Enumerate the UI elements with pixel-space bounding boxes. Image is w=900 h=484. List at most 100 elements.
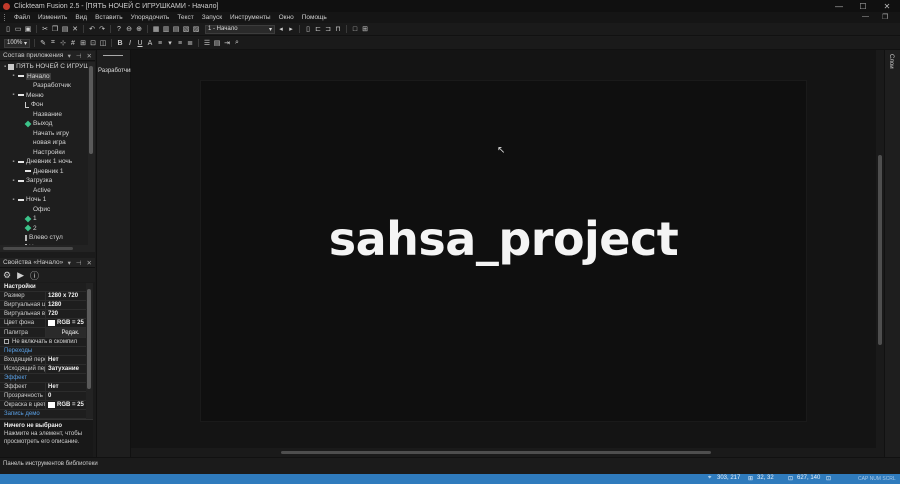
previous-frame-icon[interactable]: ◂ — [277, 25, 285, 33]
tree-toggle-icon[interactable] — [18, 83, 23, 88]
tree-item[interactable]: ▪ Загрузка — [0, 176, 88, 186]
cut-icon[interactable]: ✂ — [41, 25, 49, 33]
panel-close-icon[interactable]: ✕ — [87, 52, 92, 60]
tree-toggle-icon[interactable]: ▪ — [11, 92, 16, 98]
save-icon[interactable]: ▣ — [24, 25, 32, 33]
property-row[interactable]: Исходящий пер Затухание — [0, 364, 93, 374]
layout-icon[interactable]: ⊏ — [314, 25, 322, 33]
scroll-thumb[interactable] — [87, 289, 91, 389]
tree-toggle-icon[interactable] — [18, 102, 23, 107]
next-frame-icon[interactable]: ▸ — [287, 25, 295, 33]
menu-text[interactable]: Текст — [173, 14, 197, 21]
grid-setup-icon[interactable]: ⊞ — [79, 39, 87, 47]
outline-icon[interactable]: ▤ — [213, 39, 221, 47]
tree-toggle-icon[interactable] — [18, 131, 23, 136]
menu-insert[interactable]: Вставить — [91, 14, 127, 21]
menu-window[interactable]: Окно — [275, 14, 298, 21]
maximize-button[interactable]: ☐ — [852, 0, 874, 12]
tree-item[interactable]: ▪ ПЯТЬ НОЧЕЙ С ИГРУШ — [0, 62, 88, 72]
workspace-scrollbar[interactable] — [88, 62, 95, 245]
workspace-hscrollbar[interactable] — [0, 245, 95, 252]
undo-icon[interactable]: ↶ — [88, 25, 96, 33]
tree-toggle-icon[interactable] — [18, 188, 23, 193]
property-row[interactable]: Размер 1280 x 720 — [0, 292, 93, 302]
tree-toggle-icon[interactable] — [18, 112, 23, 117]
run-frame-icon[interactable]: ⊖ — [125, 25, 133, 33]
property-group-link[interactable]: Эффект — [0, 374, 93, 384]
order-icon[interactable]: ⊓ — [334, 25, 342, 33]
event-list-icon[interactable]: ▧ — [182, 25, 190, 33]
close-button[interactable]: ✕ — [876, 0, 898, 12]
property-checkbox-row[interactable]: Не включать в скомпил — [0, 338, 93, 347]
about-info-icon[interactable]: ⓘ — [30, 269, 39, 282]
redo-icon[interactable]: ↷ — [98, 25, 106, 33]
tree-toggle-icon[interactable] — [18, 169, 23, 174]
bold-icon[interactable]: B — [116, 39, 124, 47]
run-app-icon[interactable]: ⊕ — [135, 25, 143, 33]
crop-icon[interactable]: ⌗ — [49, 39, 57, 47]
tree-toggle-icon[interactable]: ▪ — [11, 197, 16, 203]
property-row[interactable]: Эффект Нет — [0, 383, 93, 393]
tree-toggle-icon[interactable] — [18, 226, 23, 231]
search-icon[interactable]: ⌕ — [233, 39, 241, 47]
runtime-options-icon[interactable]: ▶ — [17, 270, 24, 281]
tree-item[interactable]: Название — [0, 110, 88, 120]
pin-icon[interactable]: ⊣ — [76, 259, 82, 267]
tree-toggle-icon[interactable] — [18, 150, 23, 155]
property-row[interactable]: Цвет фона RGB = 25 — [0, 319, 93, 329]
property-row[interactable]: Окраска в цвет RGB = 25 — [0, 401, 93, 411]
italic-icon[interactable]: I — [126, 39, 134, 47]
tree-toggle-icon[interactable] — [18, 207, 23, 212]
tree-item[interactable]: новая игра — [0, 138, 88, 148]
tree-item[interactable]: ▪ Дневник 1 ночь — [0, 157, 88, 167]
indent-icon[interactable]: ⇥ — [223, 39, 231, 47]
settings-gear-icon[interactable]: ⚙ — [3, 270, 11, 281]
pencil-icon[interactable]: ✎ — [39, 39, 47, 47]
inner-restore-button[interactable]: ❐ — [882, 13, 888, 21]
color-swatch[interactable] — [48, 402, 55, 409]
data-elements-icon[interactable]: ▨ — [192, 25, 200, 33]
frame-select-dropdown[interactable]: 1 - Начало ▾ — [205, 24, 275, 34]
align-right-icon[interactable]: ≣ — [186, 39, 194, 47]
menu-arrange[interactable]: Упорядочить — [127, 14, 174, 21]
group-icon[interactable]: ⊐ — [324, 25, 332, 33]
snap-icon[interactable]: ⊹ — [59, 39, 67, 47]
vscroll-thumb[interactable] — [878, 155, 882, 345]
align-left-icon[interactable]: ≡ — [156, 39, 164, 47]
frame-outline-icon[interactable]: □ — [351, 25, 359, 33]
tree-item[interactable]: Выход — [0, 119, 88, 129]
storyboard-icon[interactable]: ▦ — [152, 25, 160, 33]
menu-tools[interactable]: Инструменты — [226, 14, 275, 21]
menu-edit[interactable]: Изменить — [34, 14, 71, 21]
new-file-icon[interactable]: ▯ — [4, 25, 12, 33]
grid-icon[interactable]: # — [69, 39, 77, 47]
tree-toggle-icon[interactable] — [18, 121, 23, 126]
property-row[interactable]: Прозрачность 0 — [0, 392, 93, 402]
property-group-link[interactable]: Запись демо — [0, 410, 93, 419]
tree-item[interactable]: 2 — [0, 224, 88, 234]
property-row[interactable]: Палитра Редак. — [0, 328, 93, 338]
zoom-icon[interactable]: ⊡ — [89, 39, 97, 47]
align-center-icon[interactable]: ≡ — [176, 39, 184, 47]
canvas-title-text[interactable]: sahsa_project — [201, 212, 806, 266]
tree-item[interactable]: Влево стул — [0, 233, 88, 243]
list-icon[interactable]: ☰ — [203, 39, 211, 47]
frame-editor-icon[interactable]: ▥ — [162, 25, 170, 33]
align-icon[interactable]: ▯ — [304, 25, 312, 33]
property-row[interactable]: Виртуальная ш 1280 — [0, 301, 93, 311]
tree-toggle-icon[interactable] — [18, 216, 23, 221]
menu-view[interactable]: Вид — [71, 14, 91, 21]
tree-item[interactable]: 1 — [0, 214, 88, 224]
zoom-dropdown[interactable]: 100% ▾ — [4, 38, 30, 48]
properties-icon[interactable]: ⊞ — [361, 25, 369, 33]
open-folder-icon[interactable]: ▭ — [14, 25, 22, 33]
tree-toggle-icon[interactable]: ▪ — [11, 159, 16, 165]
help-icon[interactable]: ? — [115, 25, 123, 33]
copy-icon[interactable]: ❐ — [51, 25, 59, 33]
tree-item[interactable]: Фон — [0, 100, 88, 110]
tree-toggle-icon[interactable]: ▪ — [4, 64, 6, 70]
hscroll-thumb[interactable] — [281, 451, 711, 454]
menu-run[interactable]: Запуск — [198, 14, 226, 21]
tree-item[interactable]: Настройки — [0, 148, 88, 158]
minimize-button[interactable]: — — [828, 0, 850, 12]
